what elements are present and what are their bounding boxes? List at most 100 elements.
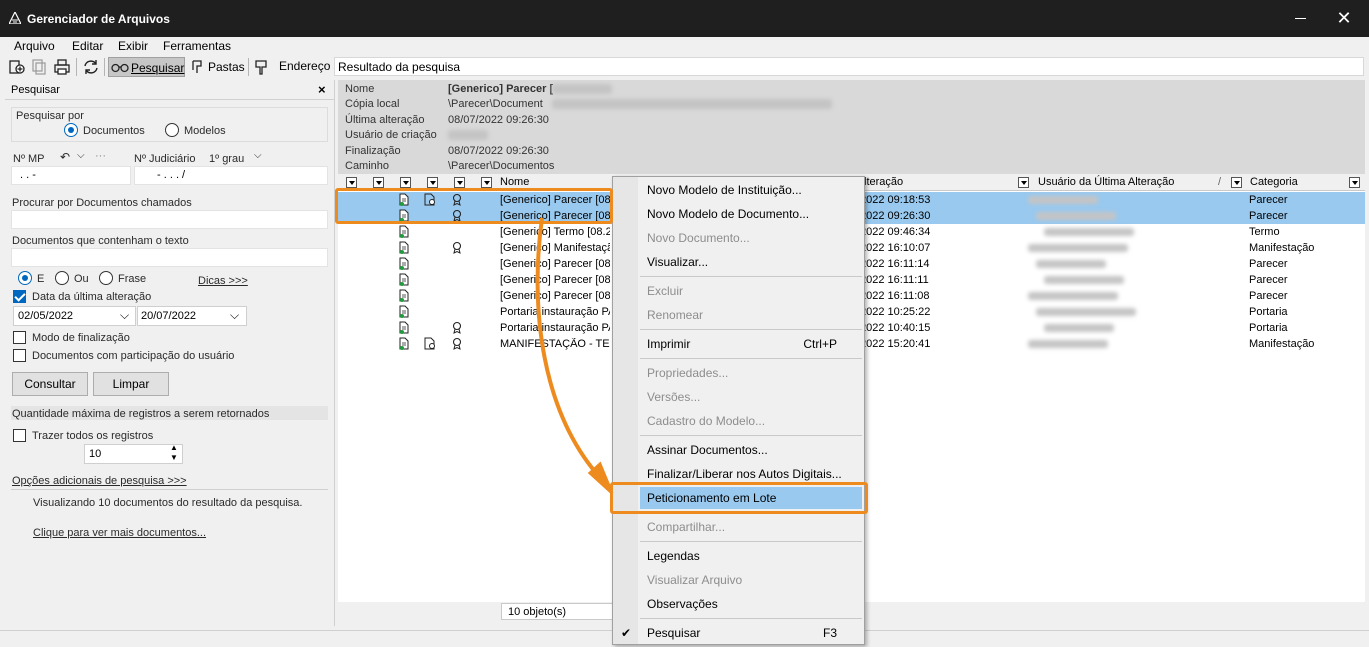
qtd-stepper[interactable]: 10 ▲ ▼ [84,443,183,464]
search-panel: Pesquisar × Pesquisar por Documentos Mod… [5,80,335,626]
detail-value-nome: [Generico] Parecer [ [448,83,554,95]
frase-label: Frase [118,273,147,285]
document-details: Nome Cópia local Última alteração Usuári… [338,80,1365,174]
detail-label-caminho: Caminho [345,160,390,172]
menu-imprimir[interactable]: Imprimir Ctrl+P [640,333,862,355]
menu-novo-documento: Novo Documento... [647,231,750,245]
opcoes-adicionais-link[interactable]: Opções adicionais de pesquisa >>> [12,475,187,487]
stepper-up-icon[interactable]: ▲ [170,443,178,452]
col-dropdown-icon[interactable] [481,177,492,188]
col-dropdown-icon[interactable] [454,177,465,188]
folder-tree-icon [192,60,202,73]
annotation-selected-rows-box [335,188,613,224]
toolbar: Pesquisar Pastas Endereço Resultado da p… [0,56,1369,78]
menu-arquivo[interactable]: Arquivo [14,39,55,53]
window-title: Gerenciador de Arquivos [27,12,170,26]
col-dropdown-icon[interactable] [1349,177,1360,188]
col-dropdown-icon[interactable] [427,177,438,188]
document-icon [399,289,409,302]
documentos-label: Documentos [83,125,145,137]
refresh-icon[interactable] [82,58,100,76]
cell-nome: [Generico] Parecer [08 [500,290,610,302]
close-button[interactable]: ✕ [1336,9,1352,27]
menu-novo-modelo-instituicao[interactable]: Novo Modelo de Instituição... [640,179,862,201]
close-panel-icon[interactable]: × [318,82,326,97]
menu-observacoes[interactable]: Observações [640,593,862,615]
radio-documentos[interactable] [64,123,78,137]
qtd-max-label: Quantidade máxima de registros a serem r… [12,408,270,420]
modo-finalizacao-checkbox[interactable] [13,331,26,344]
menu-editar[interactable]: Editar [72,39,103,53]
radio-frase[interactable] [99,271,113,285]
col-header-nome[interactable]: Nome [500,176,529,188]
col-dropdown-icon[interactable] [373,177,384,188]
col-dropdown-icon[interactable] [1018,177,1029,188]
new-document-icon[interactable] [8,58,26,76]
limpar-button[interactable]: Limpar [93,372,169,396]
col-header-alteracao[interactable]: lteração [864,176,903,188]
annotation-peticionamento-box [610,482,868,514]
detail-label-copia: Cópia local [345,98,400,110]
menu-excluir: Excluir [647,284,684,298]
menu-ferramentas[interactable]: Ferramentas [163,39,231,53]
signed-document-icon [424,337,436,350]
cell-data: 2022 09:26:30 [860,210,931,222]
contenham-input[interactable] [11,248,328,267]
trazer-todos-label: Trazer todos os registros [32,430,154,442]
data-alteracao-checkbox[interactable] [13,290,26,303]
col-header-usuario[interactable]: Usuário da Última Alteração [1038,176,1174,188]
radio-ou[interactable] [55,271,69,285]
menu-versoes: Versões... [647,390,701,404]
cell-categoria: Parecer [1249,290,1288,302]
col-dropdown-icon[interactable] [400,177,411,188]
undo-icon[interactable]: ↶ [60,150,70,164]
col-dropdown-icon[interactable] [346,177,357,188]
detail-value-caminho: \Parecer\Documentos [448,160,555,172]
menu-assinar-documentos[interactable]: Assinar Documentos... [640,439,862,461]
menu-pesquisar[interactable]: Pesquisar F3 [640,622,862,644]
num-mp-label: Nº MP [13,153,45,165]
minimize-button[interactable] [1293,10,1309,26]
document-icon [399,337,409,350]
copy-icon[interactable] [30,58,48,76]
stepper-down-icon[interactable]: ▼ [170,453,178,462]
procurar-input[interactable] [11,210,328,229]
pastas-button[interactable]: Pastas [189,57,245,77]
num-judiciario-input[interactable]: - . . . / [134,166,328,185]
radio-modelos[interactable] [165,123,179,137]
pin-icon[interactable] [252,58,270,76]
context-menu: Novo Modelo de Instituição... Novo Model… [612,176,865,645]
chevron-down-icon[interactable]: ⌵ [77,150,85,161]
menu-compartilhar: Compartilhar... [647,520,726,534]
menu-legendas[interactable]: Legendas [640,545,862,567]
date-from-picker[interactable]: 02/05/2022 ⌵ [13,306,136,326]
menu-renomear: Renomear [647,308,704,322]
print-icon[interactable] [53,58,71,76]
dicas-link[interactable]: Dicas >>> [198,275,248,287]
seal-icon [452,241,462,254]
cell-categoria: Parecer [1249,258,1288,270]
menu-novo-modelo-documento[interactable]: Novo Modelo de Documento... [640,203,862,225]
col-dropdown-icon[interactable] [1231,177,1242,188]
consultar-button[interactable]: Consultar [12,372,88,396]
menu-visualizar[interactable]: Visualizar... [640,251,862,273]
date-to-picker[interactable]: 20/07/2022 ⌵ [137,306,247,326]
address-input[interactable]: Resultado da pesquisa [334,57,1364,76]
trazer-todos-checkbox[interactable] [13,429,26,442]
ver-mais-link[interactable]: Clique para ver mais documentos... [33,527,206,539]
participacao-checkbox[interactable] [13,349,26,362]
grau-dropdown-icon[interactable]: ⌵ [254,150,262,161]
detail-label-usuario: Usuário de criação [345,129,437,141]
cell-categoria: Termo [1249,226,1280,238]
num-mp-input[interactable]: . . - [11,166,131,185]
app-icon [9,12,21,24]
menu-exibir[interactable]: Exibir [118,39,148,53]
pesquisar-button[interactable]: Pesquisar [108,57,185,77]
detail-label-nome: Nome [345,83,375,95]
radio-e[interactable] [18,271,32,285]
cell-nome: [Generico] Parecer [08 [500,258,610,270]
more-icon[interactable]: ··· [95,150,106,162]
document-icon [399,321,409,334]
document-icon [399,257,409,270]
col-header-categoria[interactable]: Categoria [1250,176,1298,188]
